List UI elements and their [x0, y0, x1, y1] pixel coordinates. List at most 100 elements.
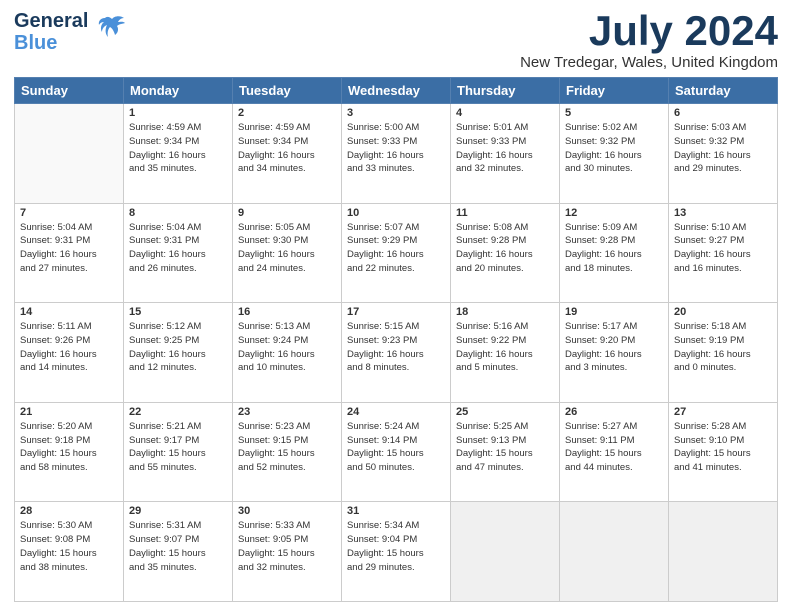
day-info: Sunrise: 5:12 AM Sunset: 9:25 PM Dayligh…	[129, 320, 227, 375]
page: General Blue July 2024 New Tredegar, Wal…	[0, 0, 792, 612]
day-info: Sunrise: 5:13 AM Sunset: 9:24 PM Dayligh…	[238, 320, 336, 375]
day-number: 11	[456, 207, 554, 219]
day-info: Sunrise: 5:18 AM Sunset: 9:19 PM Dayligh…	[674, 320, 772, 375]
day-number: 29	[129, 505, 227, 517]
table-row: 8Sunrise: 5:04 AM Sunset: 9:31 PM Daylig…	[124, 203, 233, 303]
table-row: 14Sunrise: 5:11 AM Sunset: 9:26 PM Dayli…	[15, 303, 124, 403]
col-wednesday: Wednesday	[342, 78, 451, 104]
table-row: 18 Sunrise: 5:16 AM Sunset: 9:22 PM Dayli…	[451, 303, 560, 403]
day-number: 15	[129, 306, 227, 318]
day-number: 22	[129, 406, 227, 418]
day-info: Sunrise: 5:08 AM Sunset: 9:28 PM Dayligh…	[456, 221, 554, 276]
col-friday: Friday	[560, 78, 669, 104]
day-number: 10	[347, 207, 445, 219]
day-number: 24	[347, 406, 445, 418]
table-row: 19 Sunrise: 5:17 AM Sunset: 9:20 PM Dayli…	[560, 303, 669, 403]
table-row: 26 Sunrise: 5:27 AM Sunset: 9:11 PM Dayli…	[560, 402, 669, 502]
day-info: Sunrise: 5:17 AM Sunset: 9:20 PM Dayligh…	[565, 320, 663, 375]
day-number: 6	[674, 107, 772, 119]
day-number: 2	[238, 107, 336, 119]
day-number: 23	[238, 406, 336, 418]
day-info: Sunrise: 5:01 AM Sunset: 9:33 PM Dayligh…	[456, 121, 554, 176]
day-number: 5	[565, 107, 663, 119]
col-thursday: Thursday	[451, 78, 560, 104]
table-row: 1 Sunrise: 4:59 AM Sunset: 9:34 PM Daylig…	[124, 104, 233, 204]
logo: General Blue	[14, 10, 130, 54]
table-row: 15 Sunrise: 5:12 AM Sunset: 9:25 PM Dayli…	[124, 303, 233, 403]
day-info: Sunrise: 5:33 AM Sunset: 9:05 PM Dayligh…	[238, 519, 336, 574]
day-info: Sunrise: 5:27 AM Sunset: 9:11 PM Dayligh…	[565, 420, 663, 475]
table-row: 3 Sunrise: 5:00 AM Sunset: 9:33 PM Daylig…	[342, 104, 451, 204]
day-info: Sunrise: 5:23 AM Sunset: 9:15 PM Dayligh…	[238, 420, 336, 475]
day-number: 9	[238, 207, 336, 219]
day-number: 27	[674, 406, 772, 418]
table-row: 4Sunrise: 5:01 AM Sunset: 9:33 PM Daylig…	[451, 104, 560, 204]
day-number: 16	[238, 306, 336, 318]
day-number: 3	[347, 107, 445, 119]
day-number: 30	[238, 505, 336, 517]
logo-blue: Blue	[14, 32, 88, 54]
day-info: Sunrise: 5:24 AM Sunset: 9:14 PM Dayligh…	[347, 420, 445, 475]
table-row: 21 Sunrise: 5:20 AM Sunset: 9:18 PM Dayli…	[15, 402, 124, 502]
day-number: 21	[20, 406, 118, 418]
day-info: Sunrise: 5:00 AM Sunset: 9:33 PM Dayligh…	[347, 121, 445, 176]
day-number: 25	[456, 406, 554, 418]
table-row: 20 Sunrise: 5:18 AM Sunset: 9:19 PM Dayli…	[669, 303, 778, 403]
day-info: Sunrise: 5:15 AM Sunset: 9:23 PM Dayligh…	[347, 320, 445, 375]
table-row: 16 Sunrise: 5:13 AM Sunset: 9:24 PM Dayli…	[233, 303, 342, 403]
day-info: Sunrise: 5:34 AM Sunset: 9:04 PM Dayligh…	[347, 519, 445, 574]
day-info: Sunrise: 5:04 AM Sunset: 9:31 PM Dayligh…	[129, 221, 227, 276]
table-row: 11 Sunrise: 5:08 AM Sunset: 9:28 PM Dayli…	[451, 203, 560, 303]
day-info: Sunrise: 5:28 AM Sunset: 9:10 PM Dayligh…	[674, 420, 772, 475]
col-monday: Monday	[124, 78, 233, 104]
day-number: 19	[565, 306, 663, 318]
title-section: July 2024 New Tredegar, Wales, United Ki…	[520, 10, 778, 71]
table-row: 23 Sunrise: 5:23 AM Sunset: 9:15 PM Dayli…	[233, 402, 342, 502]
table-row: 28 Sunrise: 5:30 AM Sunset: 9:08 PM Dayli…	[15, 502, 124, 602]
table-row: 30 Sunrise: 5:33 AM Sunset: 9:05 PM Dayli…	[233, 502, 342, 602]
day-info: Sunrise: 5:16 AM Sunset: 9:22 PM Dayligh…	[456, 320, 554, 375]
col-tuesday: Tuesday	[233, 78, 342, 104]
day-info: Sunrise: 5:02 AM Sunset: 9:32 PM Dayligh…	[565, 121, 663, 176]
header: General Blue July 2024 New Tredegar, Wal…	[14, 10, 778, 71]
calendar-header-row: Sunday Monday Tuesday Wednesday Thursday…	[15, 78, 778, 104]
day-number: 14	[20, 306, 118, 318]
day-number: 18	[456, 306, 554, 318]
day-info: Sunrise: 5:05 AM Sunset: 9:30 PM Dayligh…	[238, 221, 336, 276]
day-number: 13	[674, 207, 772, 219]
day-info: Sunrise: 5:07 AM Sunset: 9:29 PM Dayligh…	[347, 221, 445, 276]
calendar-week-row: 28 Sunrise: 5:30 AM Sunset: 9:08 PM Dayli…	[15, 502, 778, 602]
table-row: 2Sunrise: 4:59 AM Sunset: 9:34 PM Daylig…	[233, 104, 342, 204]
table-row	[15, 104, 124, 204]
calendar-week-row: 1 Sunrise: 4:59 AM Sunset: 9:34 PM Daylig…	[15, 104, 778, 204]
logo-bird-icon	[92, 11, 130, 49]
col-saturday: Saturday	[669, 78, 778, 104]
col-sunday: Sunday	[15, 78, 124, 104]
day-number: 17	[347, 306, 445, 318]
day-info: Sunrise: 4:59 AM Sunset: 9:34 PM Dayligh…	[129, 121, 227, 176]
logo-general: General	[14, 10, 88, 32]
calendar-week-row: 21 Sunrise: 5:20 AM Sunset: 9:18 PM Dayli…	[15, 402, 778, 502]
day-info: Sunrise: 5:20 AM Sunset: 9:18 PM Dayligh…	[20, 420, 118, 475]
table-row: 13 Sunrise: 5:10 AM Sunset: 9:27 PM Dayli…	[669, 203, 778, 303]
calendar-week-row: 14Sunrise: 5:11 AM Sunset: 9:26 PM Dayli…	[15, 303, 778, 403]
day-number: 20	[674, 306, 772, 318]
day-number: 28	[20, 505, 118, 517]
day-number: 1	[129, 107, 227, 119]
table-row: 9 Sunrise: 5:05 AM Sunset: 9:30 PM Daylig…	[233, 203, 342, 303]
table-row: 27 Sunrise: 5:28 AM Sunset: 9:10 PM Dayli…	[669, 402, 778, 502]
day-number: 26	[565, 406, 663, 418]
day-info: Sunrise: 5:30 AM Sunset: 9:08 PM Dayligh…	[20, 519, 118, 574]
calendar-week-row: 7Sunrise: 5:04 AM Sunset: 9:31 PM Daylig…	[15, 203, 778, 303]
table-row	[669, 502, 778, 602]
table-row: 5 Sunrise: 5:02 AM Sunset: 9:32 PM Daylig…	[560, 104, 669, 204]
calendar-table: Sunday Monday Tuesday Wednesday Thursday…	[14, 77, 778, 602]
day-info: Sunrise: 5:21 AM Sunset: 9:17 PM Dayligh…	[129, 420, 227, 475]
day-number: 31	[347, 505, 445, 517]
month-title: July 2024	[520, 10, 778, 52]
table-row: 7Sunrise: 5:04 AM Sunset: 9:31 PM Daylig…	[15, 203, 124, 303]
table-row: 6Sunrise: 5:03 AM Sunset: 9:32 PM Daylig…	[669, 104, 778, 204]
table-row: 25Sunrise: 5:25 AM Sunset: 9:13 PM Dayli…	[451, 402, 560, 502]
day-info: Sunrise: 5:10 AM Sunset: 9:27 PM Dayligh…	[674, 221, 772, 276]
table-row: 22 Sunrise: 5:21 AM Sunset: 9:17 PM Dayli…	[124, 402, 233, 502]
